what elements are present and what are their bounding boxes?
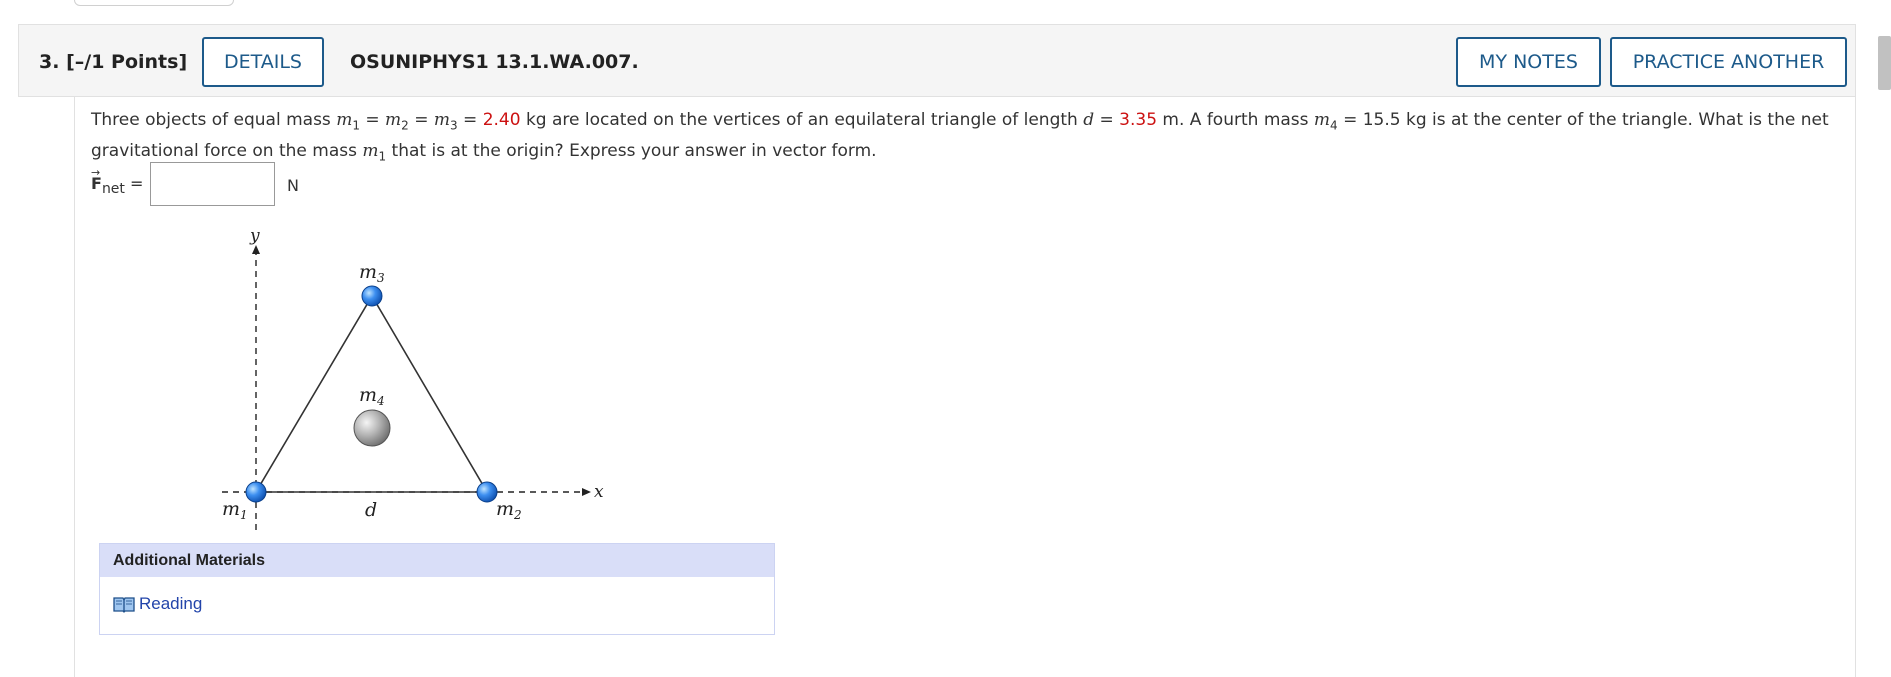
my-notes-button[interactable]: MY NOTES	[1456, 37, 1601, 87]
practice-another-button[interactable]: PRACTICE ANOTHER	[1610, 37, 1847, 87]
m4-label: m4	[359, 384, 385, 408]
triangle-diagram: y x m3 m4 m1 m2 d	[222, 226, 604, 530]
vector-arrow-icon: →	[91, 166, 101, 179]
mass-m3	[361, 285, 383, 307]
m3-label: m3	[359, 261, 385, 285]
fnet-answer-input[interactable]	[150, 162, 275, 206]
m2-label: m2	[496, 498, 522, 522]
mass-m2	[476, 481, 498, 503]
question-text: Three objects of equal mass m1 = m2 = m3…	[91, 110, 1829, 164]
question-index: 3.	[39, 51, 60, 73]
answer-unit: N	[287, 176, 299, 195]
mass-m1	[245, 481, 267, 503]
d-label: d	[365, 499, 377, 521]
fnet-label: → Fnet =	[91, 166, 144, 198]
question-code: OSUNIPHYS1 13.1.WA.007.	[350, 51, 639, 73]
y-axis-arrow-icon	[252, 245, 260, 254]
y-axis-label: y	[249, 226, 260, 246]
question-header: 3. [–/1 Points] DETAILS OSUNIPHYS1 13.1.…	[18, 24, 1856, 97]
details-button[interactable]: DETAILS	[202, 37, 324, 87]
x-axis-label: x	[594, 482, 604, 502]
x-axis-arrow-icon	[582, 488, 591, 496]
reading-link[interactable]: Reading	[113, 594, 202, 614]
question-number: 3. [–/1 Points]	[39, 51, 187, 73]
reading-label[interactable]: Reading	[139, 594, 202, 614]
length-value: 3.35	[1119, 110, 1158, 130]
previous-panel-tab	[74, 0, 234, 6]
mass-value: 2.40	[482, 110, 521, 130]
mass-m4	[353, 409, 391, 447]
additional-materials-panel: Additional Materials Reading	[99, 543, 775, 635]
question-points: [–/1 Points]	[66, 51, 188, 73]
scrollbar-thumb[interactable]	[1878, 36, 1891, 90]
additional-materials-title: Additional Materials	[100, 544, 774, 577]
book-icon	[113, 596, 135, 613]
m1-label: m1	[222, 498, 248, 522]
